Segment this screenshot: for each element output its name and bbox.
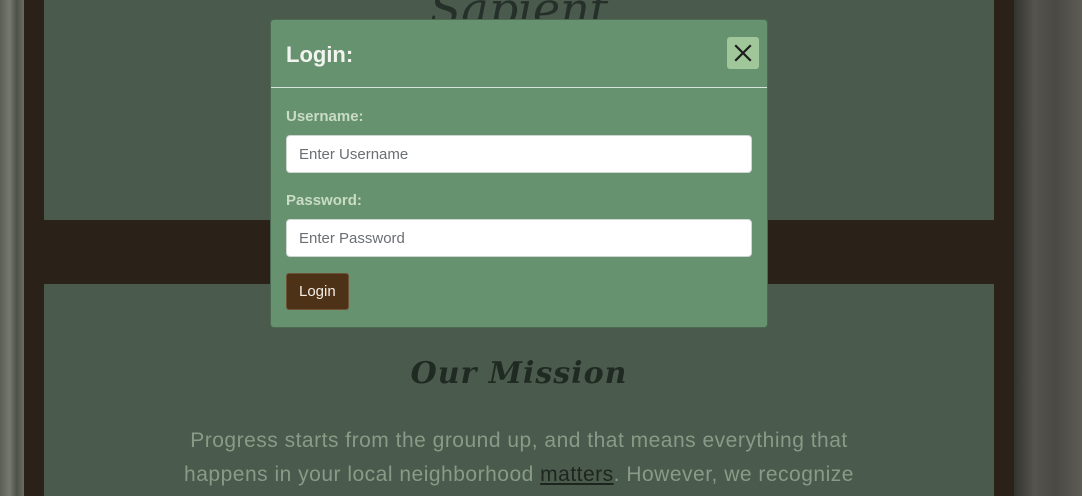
- mission-heading: Our Mission: [410, 356, 628, 391]
- close-button[interactable]: [727, 37, 759, 69]
- close-icon: [734, 44, 752, 62]
- mission-text-after: . However, we recognize: [613, 463, 854, 486]
- mission-text: Progress starts from the ground up, and …: [154, 424, 884, 492]
- username-input[interactable]: [286, 135, 752, 173]
- matters-link[interactable]: matters: [540, 463, 614, 486]
- modal-title: Login:: [286, 42, 354, 67]
- password-input[interactable]: [286, 219, 752, 257]
- password-label: Password:: [286, 192, 362, 209]
- login-button[interactable]: Login: [286, 273, 349, 310]
- background-photo-left: [0, 0, 24, 496]
- modal-body: Username: Password: Login: [271, 108, 767, 310]
- username-label: Username:: [286, 108, 364, 125]
- login-modal: Login: Username: Password: Login: [270, 19, 768, 328]
- modal-header: Login:: [271, 20, 767, 88]
- background-photo-right: [1014, 0, 1082, 496]
